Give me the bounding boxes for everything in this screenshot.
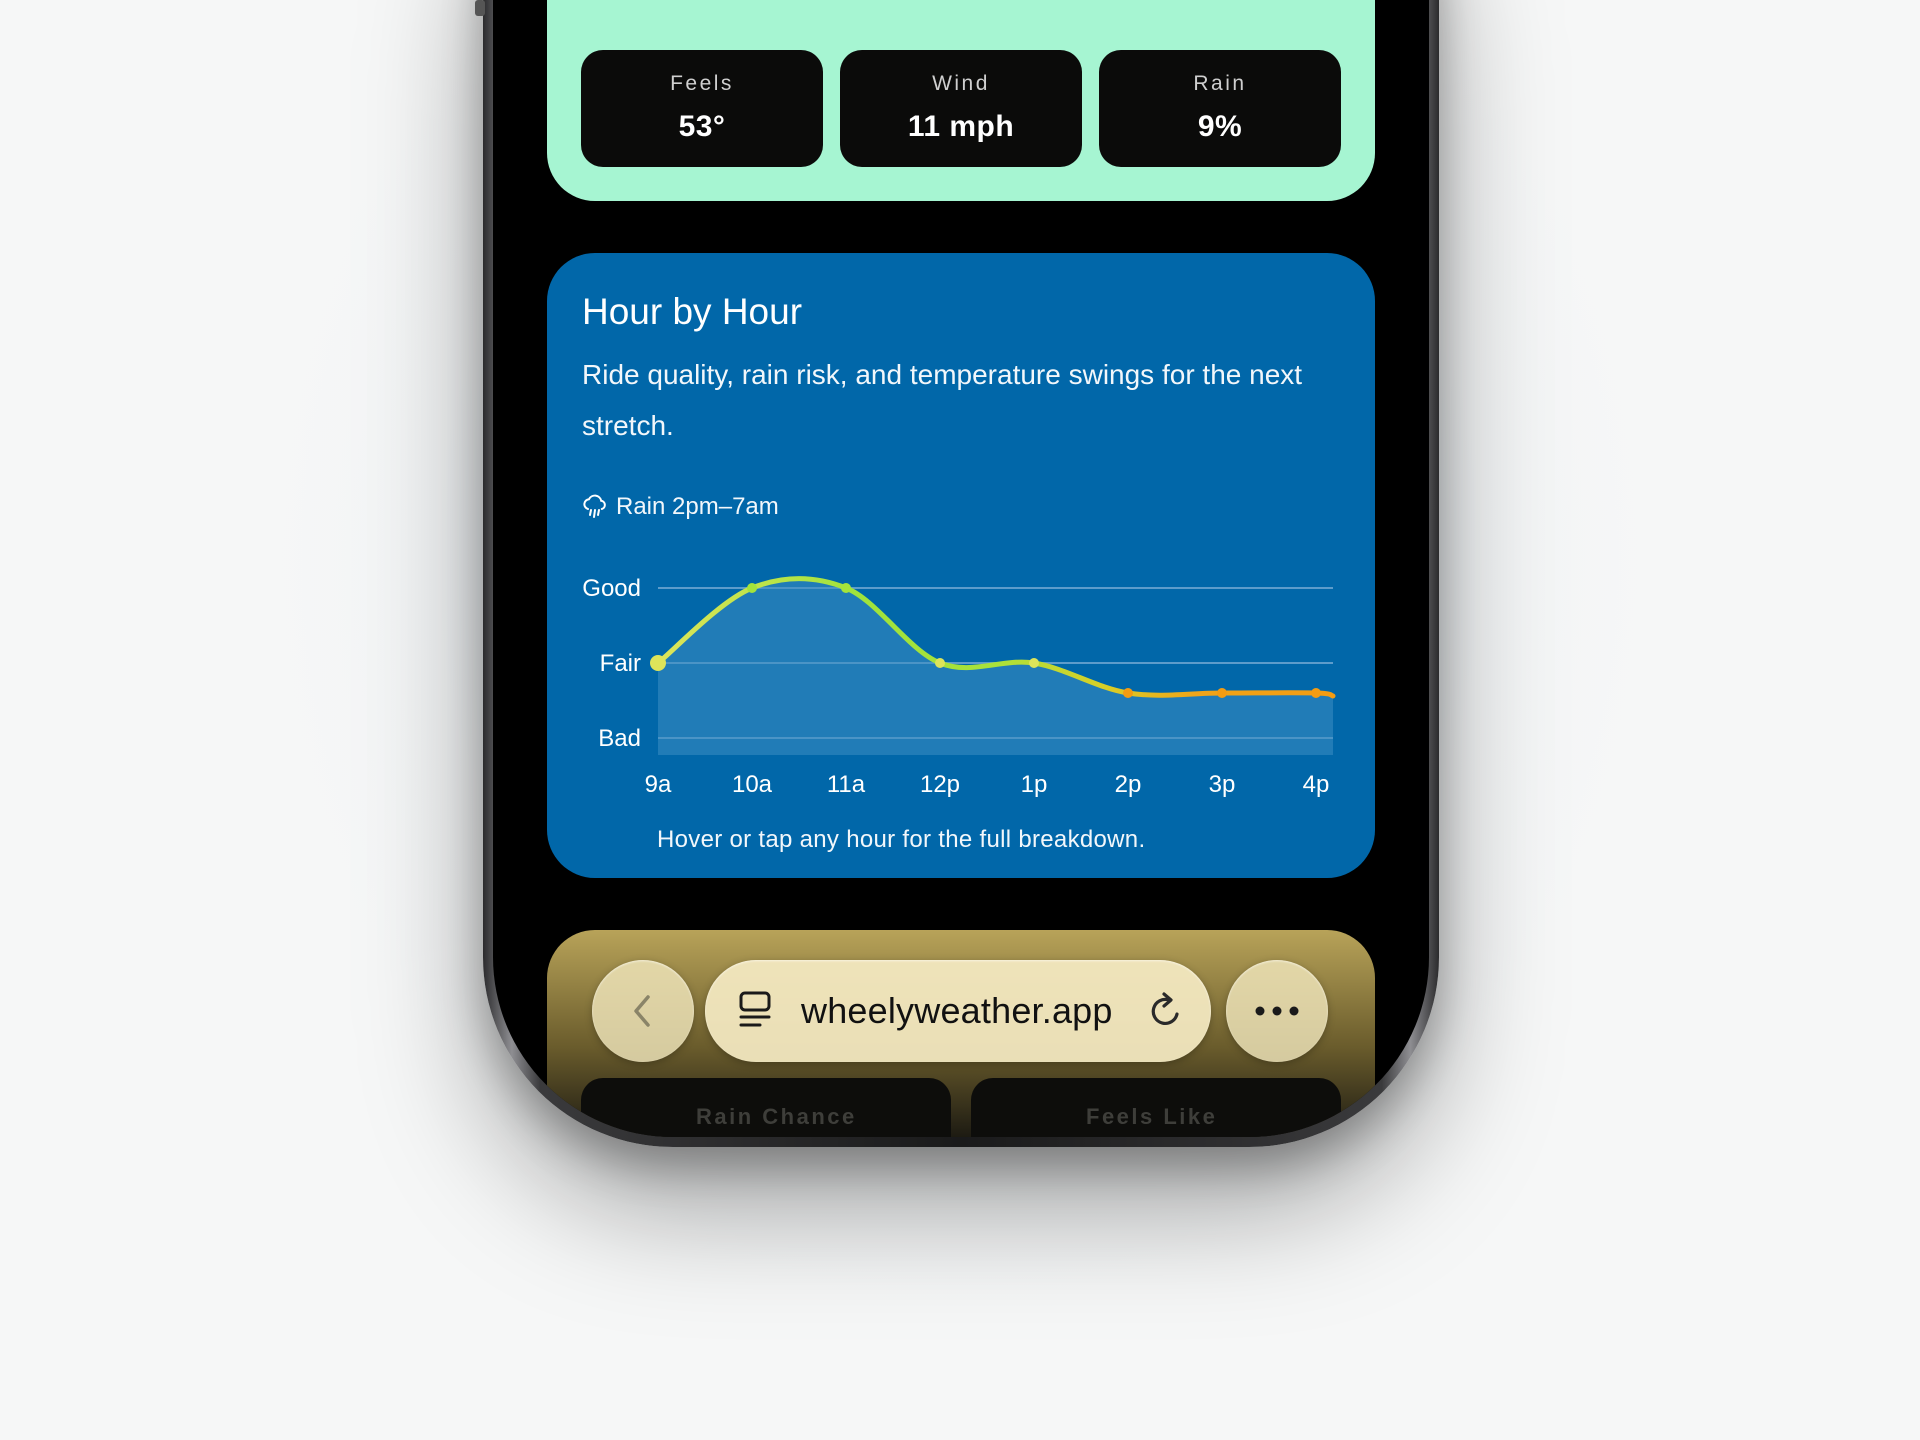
stat-label: Rain [1193,72,1247,95]
stat-tile-rain: Rain 9% [1099,50,1341,167]
back-button[interactable] [592,960,694,1062]
data-point[interactable] [841,583,851,593]
stat-tile-feels: Feels 53° [581,50,823,167]
phone-screen: Feels 53° Wind 11 mph Rain 9% Hour by Ho… [493,0,1429,1137]
side-button [475,0,485,16]
data-point[interactable] [1311,688,1321,698]
x-tick-label: 4p [1303,771,1330,798]
stat-value: 11 mph [907,110,1015,143]
x-tick-label: 1p [1021,771,1048,798]
current-conditions-card: Feels 53° Wind 11 mph Rain 9% [547,0,1375,201]
x-tick-label: 9a [645,771,672,798]
stat-value: 9% [1197,110,1243,143]
x-tick-label: 12p [920,771,960,798]
tabs-icon [739,991,771,1027]
x-tick-label: 2p [1115,771,1142,798]
ride-quality-chart[interactable]: Bad Fair Good 9a 10a 11a 12p 1p 2p 3p 4p [547,253,1375,813]
stat-label: Wind [932,72,990,95]
x-tick-label: 3p [1209,771,1236,798]
stat-tile-wind: Wind 11 mph [840,50,1082,167]
hour-by-hour-card: Hour by Hour Ride quality, rain risk, an… [547,253,1375,878]
data-point[interactable] [1217,688,1227,698]
data-point[interactable] [1123,688,1133,698]
reload-icon[interactable] [1147,990,1187,1032]
ride-tile-feels-like[interactable]: Feels Like [971,1078,1341,1137]
x-tick-label: 10a [732,771,773,798]
stat-value: 53° [678,110,726,143]
address-bar[interactable]: wheelyweather.app [705,960,1211,1062]
stat-label: Feels [670,72,734,95]
data-point[interactable] [1029,658,1039,668]
y-tick-label: Bad [598,725,641,752]
ride-tile-rain-chance[interactable]: Rain Chance [581,1078,951,1137]
chevron-left-icon [634,995,650,1027]
url-text: wheelyweather.app [801,990,1113,1031]
ride-tile-label: Rain Chance [696,1104,857,1129]
y-tick-label: Good [582,575,641,602]
x-tick-label: 11a [827,771,866,798]
phone-frame: Feels 53° Wind 11 mph Rain 9% Hour by Ho… [475,0,1439,1147]
more-button[interactable] [1226,960,1328,1062]
chart-hint: Hover or tap any hour for the full break… [657,826,1146,853]
data-point[interactable] [650,655,666,671]
ride-tile-label: Feels Like [1086,1104,1218,1129]
page-content: Feels 53° Wind 11 mph Rain 9% Hour by Ho… [493,0,1429,1137]
more-icon [1255,1006,1299,1016]
y-tick-label: Fair [600,650,641,677]
data-point[interactable] [935,658,945,668]
data-point[interactable] [747,583,757,593]
